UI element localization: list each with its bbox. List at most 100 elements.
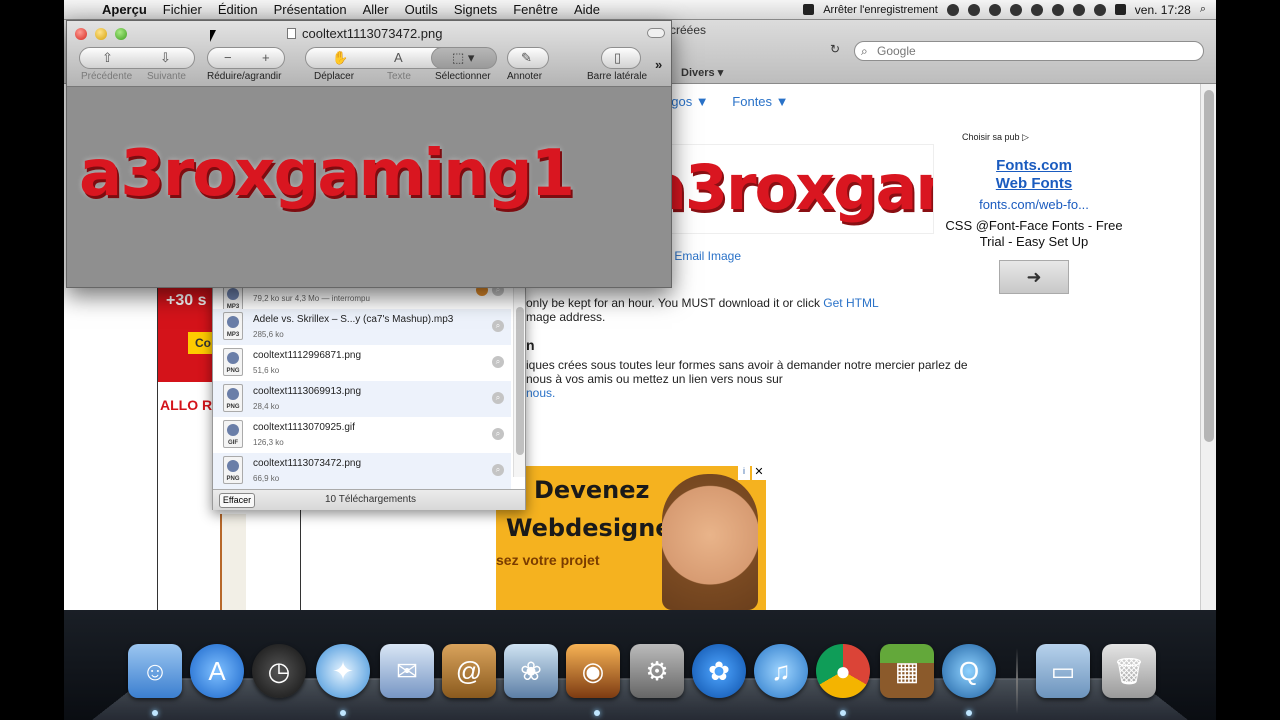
ad-url[interactable]: fonts.com/web-fo...	[944, 197, 1124, 212]
stop-recording-icon[interactable]	[803, 4, 815, 15]
bookmark-divers[interactable]: Divers ▾	[681, 66, 723, 79]
get-html-link[interactable]: Get HTML	[823, 296, 878, 310]
stop-recording-label[interactable]: Arrêter l'enregistrement	[823, 4, 938, 16]
pencil-icon: ✎	[521, 50, 532, 65]
time-machine-icon[interactable]	[1009, 3, 1022, 16]
sidebar-label[interactable]: Barre latérale	[587, 71, 647, 82]
download-size: 66,9 ko	[253, 474, 280, 483]
ad-title-line2[interactable]: Web Fonts	[944, 175, 1124, 193]
quicktime-icon[interactable]: Q	[942, 644, 996, 698]
download-item[interactable]: GIF cooltext1113070925.gif 126,3 ko ⌕	[213, 417, 511, 453]
annotate-button[interactable]: ✎	[507, 47, 549, 69]
menu-edition[interactable]: Édition	[210, 2, 266, 17]
menu-fichier[interactable]: Fichier	[155, 2, 210, 17]
reveal-in-finder-icon[interactable]: ⌕	[492, 392, 504, 404]
running-indicator	[966, 710, 972, 716]
download-item[interactable]: PNG cooltext1113073472.png 66,9 ko ⌕	[213, 453, 511, 489]
search-input[interactable]: ⌕ Google	[854, 41, 1204, 61]
menu-aller[interactable]: Aller	[355, 2, 397, 17]
reveal-in-finder-icon[interactable]: ⌕	[492, 320, 504, 332]
hand-tool-icon[interactable]: ✋	[332, 50, 348, 66]
clear-downloads-button[interactable]: Effacer	[219, 493, 255, 508]
menu-presentation[interactable]: Présentation	[266, 2, 355, 17]
mail-icon[interactable]: ✉	[380, 644, 434, 698]
reveal-in-finder-icon[interactable]: ⌕	[492, 464, 504, 476]
itunes-icon[interactable]: ♫	[754, 644, 808, 698]
sidebar-button[interactable]: ▯	[601, 47, 641, 69]
prev-label[interactable]: Précédente	[81, 71, 132, 82]
boxee-icon[interactable]: ✿	[692, 644, 746, 698]
bluetooth-icon[interactable]	[1051, 3, 1064, 16]
banner-person-photo	[662, 474, 758, 610]
trash-icon[interactable]: 🗑	[1102, 644, 1156, 698]
app-store-icon[interactable]: A	[190, 644, 244, 698]
chrome-icon[interactable]: ●	[816, 644, 870, 698]
arrow-up-icon[interactable]: ⇧	[102, 50, 113, 66]
nous-link[interactable]: nous.	[526, 386, 555, 400]
select-tool-group[interactable]: ⬚ ▾	[431, 47, 497, 69]
battery-icon[interactable]	[1114, 4, 1126, 15]
nav-fontes[interactable]: Fontes ▼	[732, 94, 788, 109]
selection-icon[interactable]: ⬚ ▾	[452, 50, 474, 66]
arrow-down-icon[interactable]: ⇩	[160, 50, 171, 66]
status-icon-5[interactable]	[1030, 3, 1043, 16]
zoom-window-button[interactable]	[115, 28, 127, 40]
email-image-link[interactable]: - Email Image	[667, 249, 741, 263]
browser-scroll-thumb[interactable]	[1204, 90, 1214, 442]
close-window-button[interactable]	[75, 28, 87, 40]
download-item[interactable]: PNG cooltext1113069913.png 28,4 ko ⌕	[213, 381, 511, 417]
download-item[interactable]: PNG cooltext1112996871.png 51,6 ko ⌕	[213, 345, 511, 381]
gif-file-icon: GIF	[223, 420, 243, 448]
finder-icon[interactable]: ☺	[128, 644, 182, 698]
address-book-icon[interactable]: @	[442, 644, 496, 698]
minimize-window-button[interactable]	[95, 28, 107, 40]
reveal-in-finder-icon[interactable]: ⌕	[492, 356, 504, 368]
next-label[interactable]: Suivante	[147, 71, 186, 82]
ad-title-line1[interactable]: Fonts.com	[944, 157, 1124, 175]
photo-booth-icon[interactable]: ◉	[566, 644, 620, 698]
download-item[interactable]: MP3 Adele vs. Skrillex – S...y (ca7's Ma…	[213, 309, 511, 345]
text-label[interactable]: Texte	[387, 71, 411, 82]
dashboard-icon[interactable]: ◷	[252, 644, 306, 698]
status-icon-1[interactable]	[946, 3, 959, 16]
move-label[interactable]: Déplacer	[314, 71, 354, 82]
status-icon-2[interactable]	[967, 3, 980, 16]
text-tool-icon[interactable]: A	[394, 50, 403, 65]
toolbar-toggle-button[interactable]	[647, 28, 665, 38]
reveal-in-finder-icon[interactable]: ⌕	[492, 428, 504, 440]
menu-outils[interactable]: Outils	[397, 2, 446, 17]
running-indicator	[152, 710, 158, 716]
zoom-label[interactable]: Réduire/agrandir	[207, 71, 282, 82]
dock: ☺ A ◷ ✦ ✉ @ ❀ ◉ ⚙ ✿ ♫ ● ▦ Q ▭ 🗑	[64, 610, 1216, 720]
close-icon[interactable]: ✕	[752, 466, 766, 480]
generated-logo-text: a3roxgaming1	[664, 151, 933, 224]
minecraft-icon[interactable]: ▦	[880, 644, 934, 698]
spotlight-icon[interactable]: ⌕	[1200, 3, 1206, 16]
more-tools-icon[interactable]: »	[655, 57, 662, 72]
annotate-label[interactable]: Annoter	[507, 71, 542, 82]
menu-app-name[interactable]: Aperçu	[94, 2, 155, 17]
menu-aide[interactable]: Aide	[566, 2, 608, 17]
documents-folder-icon[interactable]: ▭	[1036, 644, 1090, 698]
choose-ad-label[interactable]: Choisir sa pub ▷	[944, 132, 1124, 143]
select-label[interactable]: Sélectionner	[435, 71, 491, 82]
status-icon-3[interactable]	[988, 3, 1001, 16]
zoom-out-icon[interactable]: −	[224, 50, 232, 65]
menubar-clock[interactable]: ven. 17:28	[1135, 3, 1191, 17]
wifi-icon[interactable]	[1072, 3, 1085, 16]
png-file-icon: PNG	[223, 384, 243, 412]
ad-arrow-button[interactable]: ➜	[999, 260, 1069, 294]
system-preferences-icon[interactable]: ⚙	[630, 644, 684, 698]
safari-icon[interactable]: ✦	[316, 644, 370, 698]
volume-icon[interactable]	[1093, 3, 1106, 16]
iphoto-icon[interactable]: ❀	[504, 644, 558, 698]
webdesigner-banner-ad[interactable]: Devenez Webdesigner sez votre projet i ✕	[496, 466, 766, 610]
menu-signets[interactable]: Signets	[446, 2, 505, 17]
zoom-in-icon[interactable]: +	[262, 50, 270, 65]
menu-fenetre[interactable]: Fenêtre	[505, 2, 566, 17]
browser-scrollbar[interactable]	[1200, 84, 1216, 610]
downloads-scrollbar[interactable]	[513, 287, 525, 477]
adchoices-icon[interactable]: i	[738, 466, 750, 480]
reload-icon[interactable]: ↻	[824, 42, 846, 60]
downloads-scroll-thumb[interactable]	[516, 307, 524, 455]
